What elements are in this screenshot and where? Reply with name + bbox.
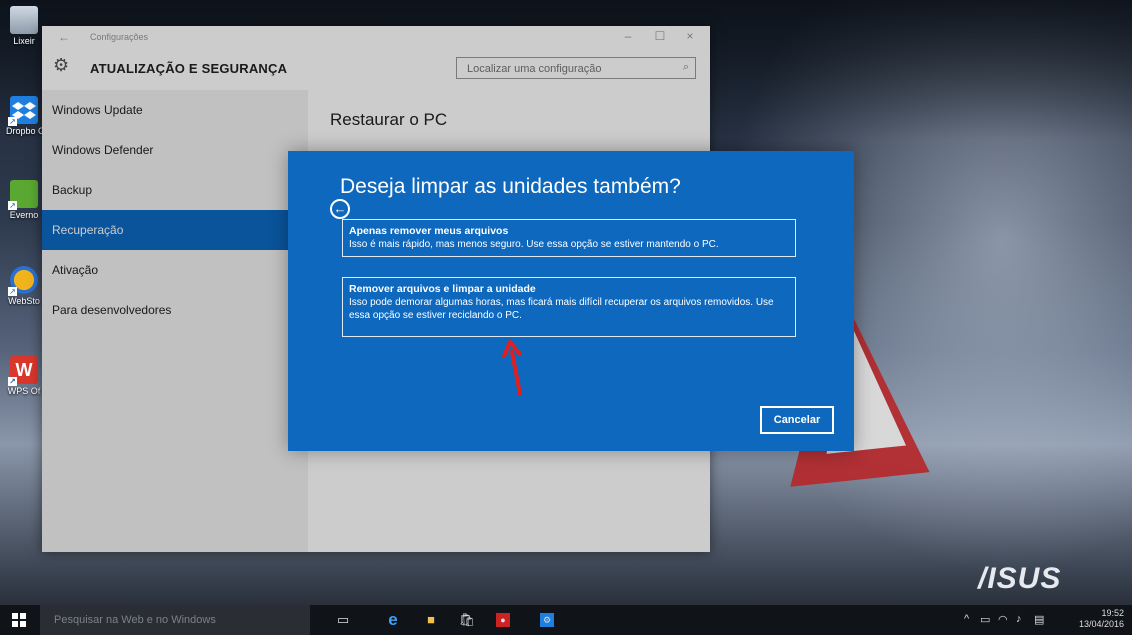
clock[interactable]: 19:52 13/04/2016 [1064,608,1124,630]
evernote-icon: ↗ [8,180,38,210]
settings-app-icon[interactable]: ⚙ [540,613,554,627]
red-annotation-arrow [502,340,522,396]
edge-browser-icon[interactable]: e [384,611,402,629]
desktop-icon-label: WebSto [8,296,40,306]
system-tray: ^ ▭ ◠ ♪ ▤ 19:52 13/04/2016 [964,605,1124,635]
clock-date: 13/04/2016 [1078,619,1124,629]
option-remove-files-only[interactable]: Apenas remover meus arquivos Isso é mais… [342,219,796,257]
back-circle-icon[interactable]: ← [330,199,350,219]
option-heading: Apenas remover meus arquivos [349,225,509,237]
asus-logo: /ISUS [978,562,1062,595]
battery-icon[interactable]: ▭ [980,613,990,626]
option-remove-and-clean-drive[interactable]: Remover arquivos e limpar a unidade Isso… [342,277,796,337]
desktop-icon-label: Dropbo GB [6,126,52,136]
shortcut-arrow-icon: ↗ [8,117,17,126]
media-app-icon[interactable]: ● [496,613,510,627]
option-description: Isso é mais rápido, mas menos seguro. Us… [349,239,719,250]
shortcut-arrow-icon: ↗ [8,377,17,386]
desktop-icon-label: Lixeir [13,36,35,46]
reset-pc-dialog: ← Deseja limpar as unidades também? Apen… [288,151,854,451]
desktop-icon-dropbox[interactable]: ↗ Dropbo GB [6,96,52,136]
file-explorer-icon[interactable]: ■ [422,611,440,629]
taskbar-search-box[interactable]: Pesquisar na Web e no Windows [40,605,310,635]
desktop-icon-label: WPS Of [7,386,41,396]
desktop-icon-wps-office[interactable]: W ↗ WPS Of [6,356,42,396]
dialog-title-row: ← Deseja limpar as unidades também? [310,175,681,219]
wifi-icon[interactable]: ◠ [998,613,1008,626]
taskbar-search-placeholder: Pesquisar na Web e no Windows [54,614,216,626]
dialog-title: Deseja limpar as unidades também? [340,175,681,198]
desktop-icon-evernote[interactable]: ↗ Everno [6,180,42,220]
shortcut-arrow-icon: ↗ [8,201,17,210]
volume-icon[interactable]: ♪ [1016,613,1022,625]
option-description: Isso pode demorar algumas horas, mas fic… [349,297,774,321]
option-heading: Remover arquivos e limpar a unidade [349,283,536,295]
dropbox-icon: ↗ [8,96,38,126]
store-icon[interactable]: 🛍 [458,611,476,629]
desktop-icon-recycle-bin[interactable]: Lixeir [6,6,42,46]
task-view-icon[interactable]: ▭ [334,611,352,629]
windows-start-icon[interactable] [12,613,26,627]
taskbar: Pesquisar na Web e no Windows ▭ e ■ 🛍 ● … [0,605,1132,635]
notifications-icon[interactable]: ▤ [1034,613,1044,626]
wps-office-icon: W ↗ [8,356,38,386]
cancel-button[interactable]: Cancelar [760,406,834,434]
chevron-up-icon[interactable]: ^ [964,613,969,625]
webstorage-icon: ↗ [8,266,38,296]
desktop-icon-webstorage[interactable]: ↗ WebSto [6,266,42,306]
shortcut-arrow-icon: ↗ [8,287,17,296]
recycle-bin-icon [10,6,38,34]
desktop-icon-label: Everno [9,210,39,220]
clock-time: 19:52 [1101,608,1124,618]
